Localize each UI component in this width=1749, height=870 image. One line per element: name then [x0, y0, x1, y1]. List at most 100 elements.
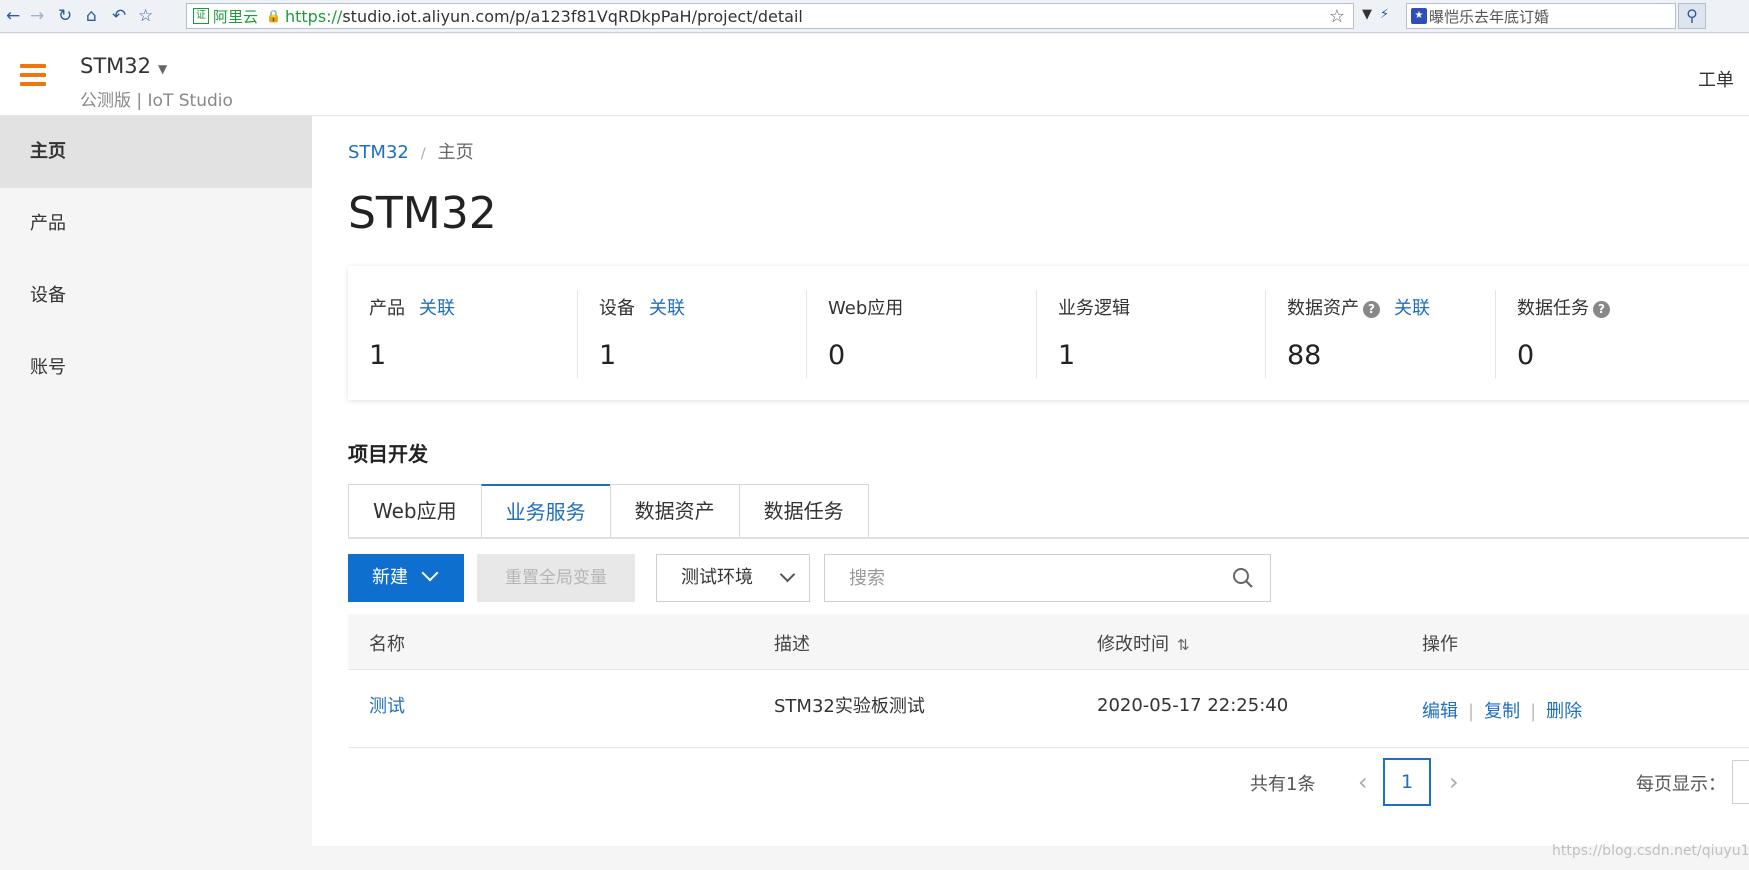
stat-value: 88: [1287, 340, 1322, 371]
row-name-link[interactable]: 测试: [369, 692, 405, 718]
browser-search-button[interactable]: ⚲: [1678, 3, 1706, 29]
browser-search-input[interactable]: ★ 曝恺乐去年底订婚: [1406, 3, 1676, 29]
url-scheme: https://: [284, 6, 343, 26]
search-icon[interactable]: [1232, 567, 1254, 589]
stat-value: 0: [828, 340, 846, 371]
search-box: [824, 554, 1271, 602]
column-header-modified[interactable]: 修改时间 ⇅: [1097, 630, 1190, 656]
browser-toolbar: ← → ↻ ⌂ ↶ ☆ 证 阿里云 🔒 https://studio.iot.a…: [0, 0, 1749, 33]
sidebar-item-products[interactable]: 产品: [0, 188, 312, 260]
page-size-label: 每页显示：: [1636, 774, 1726, 795]
stat-devices: 设备 关联 1: [577, 266, 806, 400]
menu-icon[interactable]: [20, 64, 46, 86]
tab-data-tasks[interactable]: 数据任务: [738, 484, 869, 538]
stat-data-assets: 数据资产? 关联 88: [1265, 266, 1494, 400]
site-identity: 阿里云: [213, 7, 259, 26]
stat-value: 1: [599, 340, 617, 371]
stat-label: 产品: [369, 298, 405, 319]
link-data-assets-button[interactable]: 关联: [1394, 298, 1430, 319]
tab-data-assets[interactable]: 数据资产: [609, 484, 740, 538]
copy-link[interactable]: 复制: [1484, 701, 1520, 722]
watermark: https://blog.csdn.net/qiuyu1: [1552, 843, 1749, 859]
chevron-right-icon[interactable]: ›: [1449, 768, 1459, 796]
stat-business-logic: 业务逻辑 1: [1036, 266, 1265, 400]
sidebar-item-account[interactable]: 账号: [0, 332, 312, 404]
new-button-label: 新建: [372, 567, 408, 588]
sort-icon[interactable]: ⇅: [1177, 636, 1190, 654]
stat-web-apps: Web应用 0: [806, 266, 1035, 400]
stat-label: 设备: [599, 298, 635, 319]
column-header-actions: 操作: [1422, 634, 1458, 655]
breadcrumb-project-link[interactable]: STM32: [348, 142, 409, 163]
sidebar-item-devices[interactable]: 设备: [0, 260, 312, 332]
main-content: STM32/主页 STM32 产品 关联 1 设备 关联 1 Web应用 0 业务逻…: [312, 116, 1749, 846]
address-bar[interactable]: 证 阿里云 🔒 https://studio.iot.aliyun.com/p/…: [186, 3, 1354, 29]
column-header-name: 名称: [369, 634, 405, 655]
project-subtitle: 公测版 | IoT Studio: [80, 91, 233, 111]
tickets-link[interactable]: 工单: [1698, 66, 1734, 92]
link-devices-button[interactable]: 关联: [649, 298, 685, 319]
url-path: studio.iot.aliyun.com/p/a123f81VqRDkpPaH…: [342, 6, 803, 26]
page-size-select[interactable]: [1732, 760, 1749, 804]
stats-card: 产品 关联 1 设备 关联 1 Web应用 0 业务逻辑 1 数据资产? 关联 88 …: [348, 266, 1749, 400]
tabs-underline: [348, 537, 1749, 539]
stat-value: 0: [1517, 340, 1535, 371]
edit-link[interactable]: 编辑: [1422, 701, 1458, 722]
pagination: 共有1条 ‹ 1 › 每页显示：: [312, 758, 1749, 806]
chevron-down-icon: [779, 566, 796, 583]
stat-value: 1: [1058, 340, 1076, 371]
chevron-down-icon: [421, 564, 439, 582]
stat-label: 数据任务: [1517, 298, 1589, 319]
page-button-current[interactable]: 1: [1383, 758, 1431, 806]
back-icon[interactable]: ←: [6, 6, 20, 26]
table-row: 测试 STM32实验板测试 2020-05-17 22:25:40 编辑 | 复制 |…: [348, 670, 1749, 748]
row-actions: 编辑 | 复制 | 删除: [1422, 697, 1582, 723]
page-title: STM32: [348, 188, 497, 239]
section-title: 项目开发: [348, 442, 428, 466]
reset-global-vars-button[interactable]: 重置全局变量: [477, 554, 635, 602]
certificate-icon: 证: [193, 8, 209, 24]
tab-business-services[interactable]: 业务服务: [480, 484, 611, 538]
caret-down-icon[interactable]: ▼: [158, 62, 167, 76]
lightning-icon[interactable]: ⚡: [1380, 7, 1389, 22]
total-count: 共有1条: [1250, 774, 1316, 795]
favorite-star-icon[interactable]: ☆: [1329, 6, 1345, 27]
environment-value: 测试环境: [681, 567, 753, 588]
delete-link[interactable]: 删除: [1546, 701, 1582, 722]
stat-label: 数据资产: [1287, 298, 1359, 319]
forward-icon[interactable]: →: [30, 6, 44, 26]
column-header-description: 描述: [774, 634, 810, 655]
stat-label: Web应用: [828, 298, 904, 319]
stat-products: 产品 关联 1: [348, 266, 577, 400]
table-header: 名称 描述 修改时间 ⇅ 操作: [348, 614, 1749, 670]
undo-icon[interactable]: ↶: [112, 6, 126, 26]
refresh-icon[interactable]: ↻: [58, 6, 72, 26]
stat-value: 1: [369, 340, 387, 371]
environment-select[interactable]: 测试环境: [656, 554, 810, 602]
bookmark-star-icon[interactable]: ☆: [138, 6, 153, 26]
row-description: STM32实验板测试: [774, 696, 925, 717]
search-input[interactable]: [825, 555, 1205, 601]
browser-search-text: 曝恺乐去年底订婚: [1429, 7, 1550, 26]
row-modified-time: 2020-05-17 22:25:40: [1097, 695, 1289, 716]
stat-data-tasks: 数据任务? 0: [1495, 266, 1724, 400]
lock-icon: 🔒: [266, 9, 281, 23]
action-separator: |: [1530, 701, 1537, 722]
breadcrumb: STM32 / 主页: [348, 138, 474, 164]
new-button[interactable]: 新建: [348, 554, 464, 602]
stat-label: 业务逻辑: [1058, 298, 1130, 319]
dropdown-arrow-icon[interactable]: ▼: [1362, 7, 1372, 22]
breadcrumb-separator: /: [420, 146, 426, 162]
search-engine-icon: ★: [1411, 8, 1427, 24]
action-separator: |: [1468, 701, 1475, 722]
sidebar-item-home[interactable]: 主页: [0, 116, 312, 188]
help-icon[interactable]: ?: [1363, 301, 1380, 318]
help-icon[interactable]: ?: [1593, 301, 1610, 318]
sidebar: 主页 产品 设备 账号: [0, 116, 312, 870]
link-products-button[interactable]: 关联: [419, 298, 455, 319]
project-switcher[interactable]: STM32: [80, 54, 151, 78]
tab-web-apps[interactable]: Web应用: [348, 484, 482, 538]
home-icon[interactable]: ⌂: [86, 6, 97, 26]
chevron-left-icon[interactable]: ‹: [1358, 768, 1368, 796]
column-header-modified-label: 修改时间: [1097, 634, 1169, 655]
